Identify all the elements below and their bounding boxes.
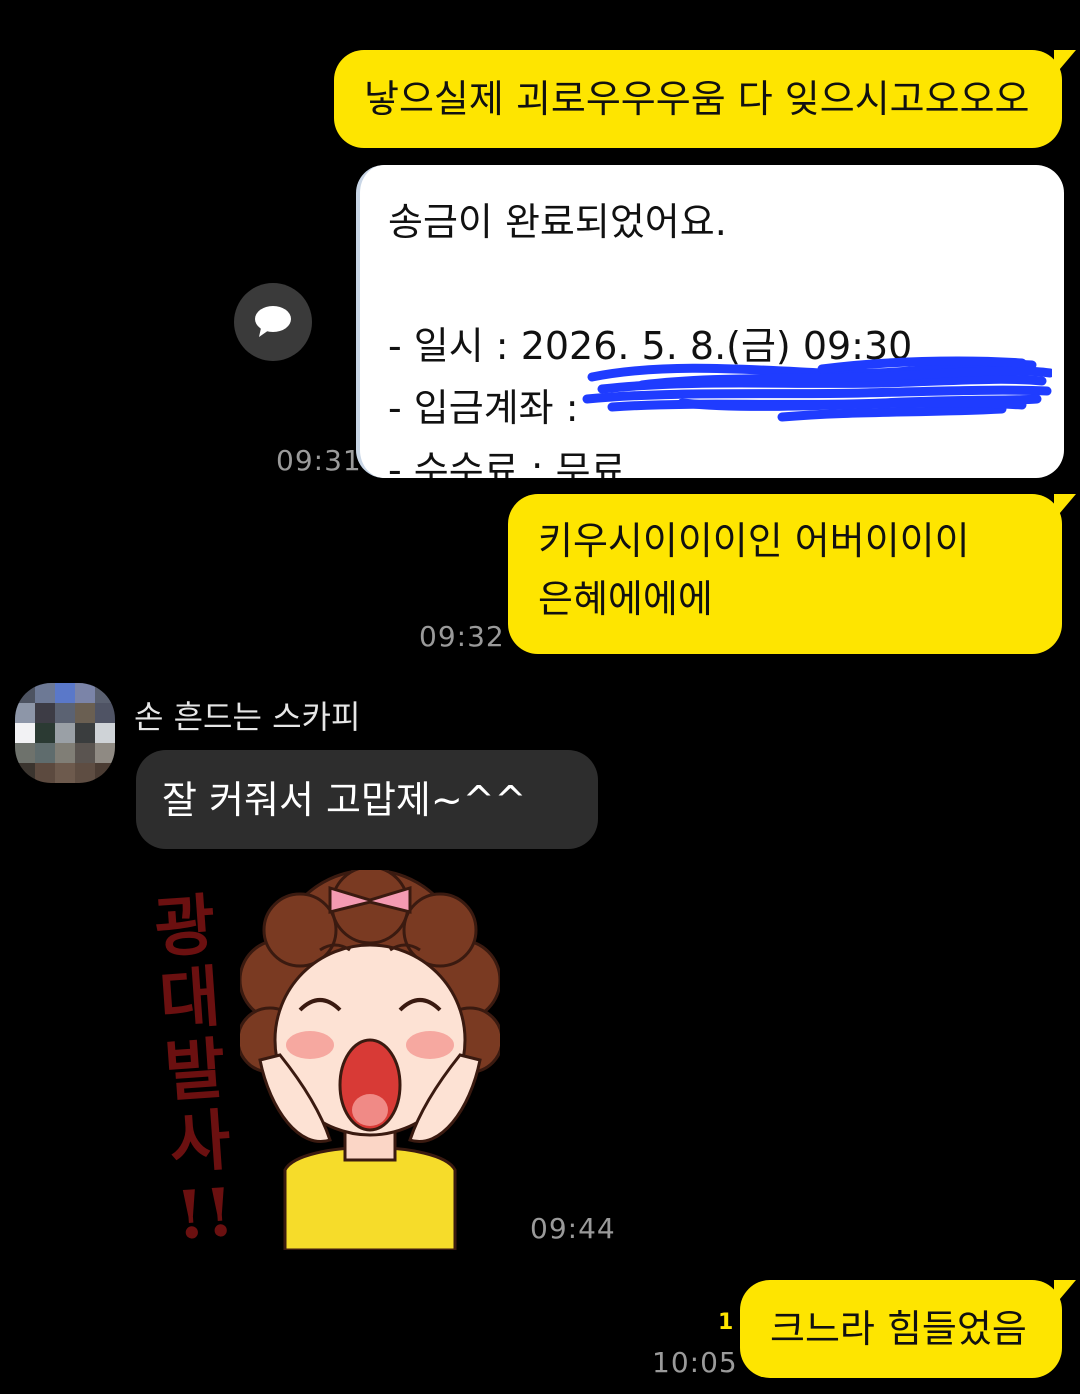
message-bubble-5[interactable]: 크느라 힘들었음 bbox=[740, 1280, 1076, 1378]
incoming-message-text: 잘 커줘서 고맙제~^^ bbox=[162, 778, 527, 822]
account-label: - 입금계좌 : bbox=[388, 386, 579, 430]
message-text: 크느라 힘들었음 bbox=[770, 1307, 1027, 1351]
avatar[interactable] bbox=[15, 683, 115, 783]
message-text-line2: 은혜에에에 bbox=[538, 577, 713, 621]
message-text-line1: 키우시이이이인 어버이이이 bbox=[538, 519, 970, 563]
sticker[interactable]: 광 대 발 사 !! bbox=[140, 870, 520, 1255]
fee-label: - 수수료 : bbox=[388, 448, 556, 478]
fee-value: 무료 bbox=[555, 448, 626, 478]
pixelated-photo bbox=[15, 683, 115, 783]
share-button[interactable] bbox=[234, 283, 312, 361]
message-bubble-1[interactable]: 낳으실제 괴로우우우움 다 잊으시고오오오 bbox=[334, 50, 1076, 148]
transfer-receipt-card[interactable]: 송금이 완료되었어요. - 일시 : 2026. 5. 8.(금) 09:30 … bbox=[356, 165, 1064, 478]
sender-name: 손 흔드는 스카피 bbox=[134, 698, 361, 736]
transfer-title: 송금이 완료되었어요. bbox=[388, 200, 727, 244]
cartoon-woman-icon bbox=[240, 870, 500, 1250]
speech-bubble-icon bbox=[255, 306, 291, 337]
transfer-fee-row: - 수수료 : 무료 bbox=[388, 439, 1034, 478]
date-label: - 일시 : bbox=[388, 324, 521, 368]
redaction-scribble bbox=[582, 356, 1052, 422]
message-text: 낳으실제 괴로우우우움 다 잊으시고오오오 bbox=[364, 77, 1030, 121]
message-bubble-3[interactable]: 키우시이이이인 어버이이이 은혜에에에 bbox=[508, 494, 1076, 654]
sticker-timestamp: 09:44 bbox=[530, 1212, 616, 1245]
message-5-timestamp: 10:05 bbox=[652, 1346, 738, 1379]
incoming-message-bubble[interactable]: 잘 커줘서 고맙제~^^ bbox=[136, 750, 598, 849]
transfer-timestamp: 09:31 bbox=[276, 444, 362, 477]
unread-count: 1 bbox=[718, 1310, 734, 1335]
message-3-timestamp: 09:32 bbox=[419, 620, 505, 653]
sticker-caption: 광 대 발 사 !! bbox=[151, 885, 237, 1255]
